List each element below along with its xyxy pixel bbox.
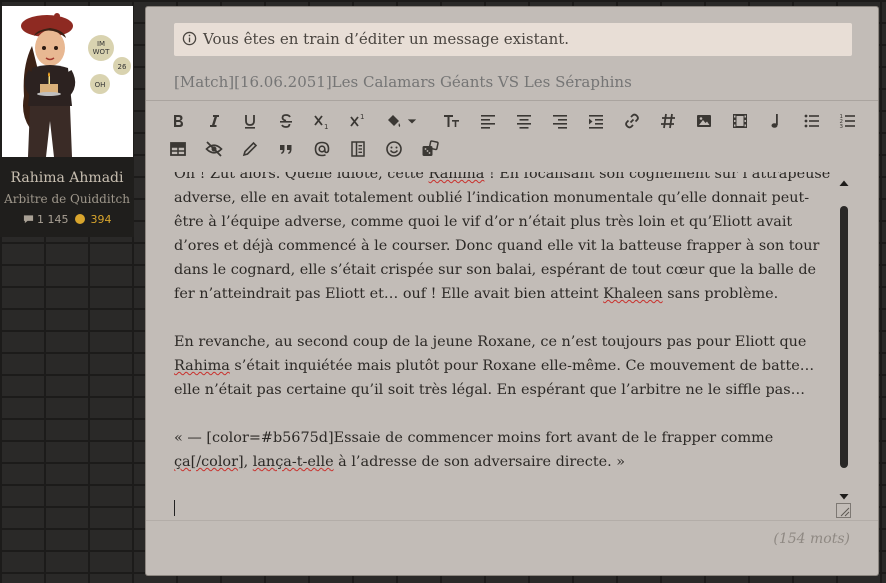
numbered-list-icon[interactable]: 123 <box>837 110 859 132</box>
avatar-bubble-2: 26 <box>118 63 127 71</box>
table-icon[interactable] <box>167 138 189 160</box>
spellcheck-word: lança-t-elle <box>252 454 334 470</box>
hashtag-icon[interactable] <box>657 110 679 132</box>
gold-count: 394 <box>90 213 112 226</box>
indent-icon[interactable] <box>585 110 607 132</box>
at-sign-icon[interactable] <box>311 138 333 160</box>
avatar-bubble-3: OH <box>95 81 106 89</box>
eye-slash-icon[interactable] <box>203 138 225 160</box>
dice-icon[interactable] <box>419 138 441 160</box>
align-center-icon[interactable] <box>513 110 535 132</box>
emoji-icon[interactable] <box>383 138 405 160</box>
paragraph-3: « — [color=#b5675d]Essaie de commencer m… <box>174 430 774 470</box>
gold-coin-icon <box>75 214 85 224</box>
paragraph-2: En revanche, au second coup de la jeune … <box>174 334 815 398</box>
bullet-list-icon[interactable] <box>801 110 823 132</box>
align-right-icon[interactable] <box>549 110 571 132</box>
profile-role: Arbitre de Quidditch <box>4 192 130 206</box>
spoiler-icon[interactable] <box>347 138 369 160</box>
pencil-icon[interactable] <box>239 138 261 160</box>
subject-input[interactable] <box>174 69 852 95</box>
editing-notice-text: Vous êtes en train d’éditer un message e… <box>203 30 570 48</box>
image-icon[interactable] <box>693 110 715 132</box>
svg-text:1: 1 <box>324 123 328 130</box>
subscript-icon[interactable]: 1 <box>311 110 333 132</box>
avatar[interactable]: IM WOT 26 OH <box>2 6 133 157</box>
avatar-bubble-1: IM <box>97 40 105 48</box>
message-editor-panel: Vous êtes en train d’éditer un message e… <box>146 7 878 575</box>
spellcheck-word: ça[/color] <box>174 454 244 470</box>
message-bubble-icon <box>23 215 33 224</box>
formatting-toolbar: 1 1 1 2 3 <box>146 100 878 172</box>
message-count: 1 145 <box>37 213 69 226</box>
spellcheck-word: Khaleen <box>603 286 663 302</box>
strikethrough-icon[interactable] <box>275 110 297 132</box>
svg-text:1: 1 <box>360 113 364 121</box>
superscript-icon[interactable]: 1 <box>347 110 369 132</box>
scroll-down-arrow-icon[interactable] <box>838 492 850 502</box>
quote-icon[interactable] <box>275 138 297 160</box>
message-body[interactable]: Oh ! Zut alors. Quelle idiote, cette Rah… <box>174 172 834 498</box>
avatar-illustration: IM WOT 26 OH <box>21 13 131 157</box>
scrollbar-thumb[interactable] <box>840 206 848 468</box>
profile-stats: 1 145 394 <box>0 213 134 226</box>
editing-notice: Vous êtes en train d’éditer un message e… <box>174 23 852 56</box>
text-size-icon[interactable] <box>441 110 463 132</box>
align-left-icon[interactable] <box>477 110 499 132</box>
link-icon[interactable] <box>621 110 643 132</box>
music-icon[interactable] <box>765 110 787 132</box>
user-profile-card: IM WOT 26 OH Rahima Ahmadi Arbitre de Qu… <box>0 6 134 237</box>
dropdown-caret-icon[interactable] <box>405 110 419 132</box>
message-textarea[interactable]: Oh ! Zut alors. Quelle idiote, cette Rah… <box>146 172 878 521</box>
italic-icon[interactable] <box>203 110 225 132</box>
svg-text:3: 3 <box>840 124 844 130</box>
video-icon[interactable] <box>729 110 751 132</box>
spellcheck-word: Rahima <box>428 172 485 182</box>
resize-handle-icon[interactable] <box>836 503 851 518</box>
scroll-up-arrow-icon[interactable] <box>838 178 850 188</box>
svg-text:WOT: WOT <box>93 48 110 56</box>
profile-username[interactable]: Rahima Ahmadi <box>0 170 134 186</box>
bold-icon[interactable] <box>167 110 189 132</box>
word-count: (154 mots) <box>773 531 850 547</box>
info-icon <box>182 31 197 46</box>
underline-icon[interactable] <box>239 110 261 132</box>
spellcheck-word: Rahima <box>174 358 230 374</box>
paint-bucket-icon[interactable] <box>383 110 405 132</box>
text-caret <box>174 500 175 516</box>
paragraph-1: Oh ! Zut alors. Quelle idiote, cette Rah… <box>174 172 834 306</box>
